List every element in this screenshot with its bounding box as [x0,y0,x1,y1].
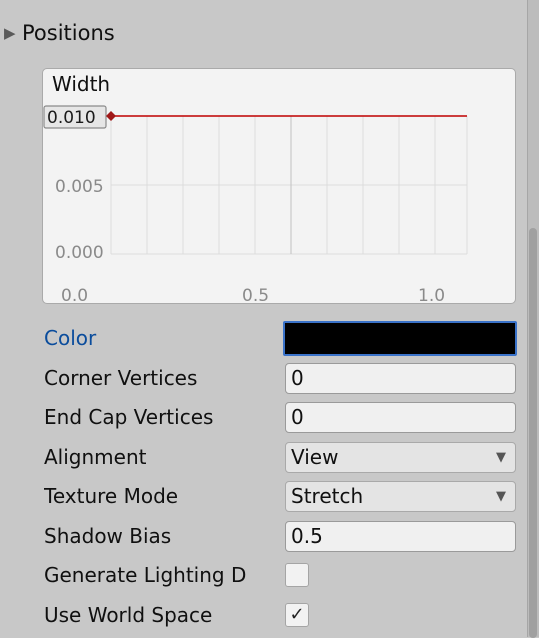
texture-mode-row: Texture Mode Stretch ▼ [44,479,517,513]
alignment-row: Alignment View ▼ [44,440,517,474]
texture-mode-value: Stretch [291,484,364,508]
foldout-arrow-icon: ▶ [4,24,16,42]
texture-mode-label: Texture Mode [44,484,179,508]
end-cap-vertices-row: End Cap Vertices 0 [44,400,517,434]
use-world-space-row: Use World Space ✓ [44,598,517,632]
dropdown-arrow-icon: ▼ [496,450,506,465]
generate-lighting-label: Generate Lighting D [44,563,247,587]
y-tick-label: 0.010 [47,108,96,128]
corner-vertices-label: Corner Vertices [44,366,198,390]
x-tick-label: 0.0 [61,286,88,305]
use-world-space-label: Use World Space [44,603,213,627]
inspector-panel: ▶ Positions Width 0.010 0.005 0.000 0.0 … [0,0,527,637]
generate-lighting-row: Generate Lighting D [44,558,517,592]
curve-grid [110,115,468,255]
alignment-dropdown[interactable]: View ▼ [285,442,516,473]
color-swatch[interactable] [283,321,517,356]
curve-graph[interactable]: 0.010 0.005 0.000 0.0 0.5 1.0 [43,69,517,305]
generate-lighting-checkbox[interactable] [285,563,309,587]
scrollbar-thumb[interactable] [529,228,537,638]
curve-keyframe-icon[interactable] [106,111,116,121]
corner-vertices-row: Corner Vertices 0 [44,361,517,395]
alignment-value: View [291,445,339,469]
corner-vertices-input[interactable]: 0 [285,363,516,394]
x-tick-label: 0.5 [242,286,269,305]
positions-foldout[interactable]: ▶ Positions [4,18,115,48]
shadow-bias-row: Shadow Bias 0.5 [44,519,517,553]
color-row: Color [44,321,517,356]
color-label: Color [44,326,97,350]
width-curve-field[interactable]: Width 0.010 0.005 0.000 0.0 0.5 1.0 [42,68,517,305]
shadow-bias-input[interactable]: 0.5 [285,521,516,552]
alignment-label: Alignment [44,445,147,469]
end-cap-vertices-label: End Cap Vertices [44,405,214,429]
y-tick-label: 0.000 [55,243,104,263]
positions-label: Positions [22,21,115,45]
shadow-bias-label: Shadow Bias [44,524,172,548]
use-world-space-checkbox[interactable]: ✓ [285,603,309,627]
y-tick-label: 0.005 [55,177,104,197]
dropdown-arrow-icon: ▼ [496,489,506,504]
x-tick-label: 1.0 [418,286,445,305]
checkmark-icon: ✓ [289,604,305,625]
end-cap-vertices-input[interactable]: 0 [285,402,516,433]
texture-mode-dropdown[interactable]: Stretch ▼ [285,481,516,512]
